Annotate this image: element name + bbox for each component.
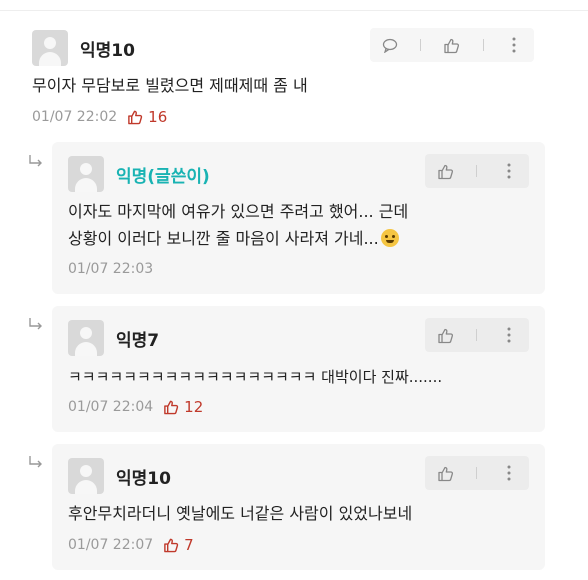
comment-author: 익명10 <box>80 41 135 61</box>
reply-speech-bubble-icon[interactable] <box>381 36 399 54</box>
more-vertical-icon[interactable] <box>505 36 523 54</box>
like-count: 16 <box>127 108 167 126</box>
timestamp: 01/07 22:02 <box>32 109 118 125</box>
thumbs-up-icon[interactable] <box>436 464 454 482</box>
comment-actions <box>370 28 534 62</box>
crying-cat-emoji <box>380 229 399 247</box>
reply-meta: 01/07 22:07 7 <box>68 536 194 554</box>
comment-text: 무이자 무담보로 빌렸으면 제때제때 좀 내 <box>32 76 308 95</box>
thumbs-up-icon[interactable] <box>436 162 454 180</box>
more-vertical-icon[interactable] <box>500 464 518 482</box>
reply-actions <box>425 318 529 352</box>
reply-author: 익명7 <box>116 331 160 351</box>
reply-text: 이자도 마지막에 여유가 있으면 주려고 했어... 근데 상황이 이러다 보니… <box>68 198 408 252</box>
like-count: 7 <box>163 536 194 554</box>
comment-meta: 01/07 22:02 16 <box>32 108 167 126</box>
reply: 익명7 ㅋㅋㅋㅋㅋㅋㅋㅋㅋㅋㅋㅋㅋㅋㅋㅋㅋㅋ 대박이다 진짜....... 01… <box>52 306 545 432</box>
avatar <box>32 30 68 66</box>
avatar <box>68 320 104 356</box>
more-vertical-icon[interactable] <box>500 326 518 344</box>
reply-text: ㅋㅋㅋㅋㅋㅋㅋㅋㅋㅋㅋㅋㅋㅋㅋㅋㅋㅋ 대박이다 진짜....... <box>68 368 443 386</box>
thumbs-up-icon <box>164 538 179 553</box>
timestamp: 01/07 22:04 <box>68 399 154 415</box>
timestamp: 01/07 22:03 <box>68 261 154 277</box>
like-count: 12 <box>163 398 203 416</box>
thumbs-up-icon[interactable] <box>443 36 461 54</box>
thumbs-up-icon[interactable] <box>436 326 454 344</box>
reply-arrow-icon <box>29 155 42 167</box>
thumbs-up-icon <box>164 400 179 415</box>
reply-arrow-icon <box>29 456 42 468</box>
timestamp: 01/07 22:07 <box>68 537 154 553</box>
reply-author: 익명10 <box>116 469 171 489</box>
reply-meta: 01/07 22:04 12 <box>68 398 203 416</box>
comment: 익명10 무이자 무담보로 빌렸으면 제때제때 좀 내 01/07 22:02 … <box>0 22 588 132</box>
reply-text-line: 상황이 이러다 보니깐 줄 마음이 사라져 가네... <box>68 225 408 252</box>
top-divider <box>0 10 588 11</box>
avatar <box>68 458 104 494</box>
reply-actions <box>425 456 529 490</box>
reply-author: 익명(글쓴이) <box>116 167 210 187</box>
reply-actions <box>425 154 529 188</box>
thumbs-up-icon <box>128 110 143 125</box>
reply-arrow-icon <box>29 318 42 330</box>
reply: 익명(글쓴이) 이자도 마지막에 여유가 있으면 주려고 했어... 근데 상황… <box>52 142 545 294</box>
reply-text-line: 이자도 마지막에 여유가 있으면 주려고 했어... 근데 <box>68 202 409 221</box>
avatar <box>68 156 104 192</box>
reply: 익명10 후안무치라더니 옛날에도 너같은 사람이 있었나보네 01/07 22… <box>52 444 545 570</box>
more-vertical-icon[interactable] <box>500 162 518 180</box>
reply-meta: 01/07 22:03 <box>68 261 153 277</box>
reply-text: 후안무치라더니 옛날에도 너같은 사람이 있었나보네 <box>68 504 413 523</box>
